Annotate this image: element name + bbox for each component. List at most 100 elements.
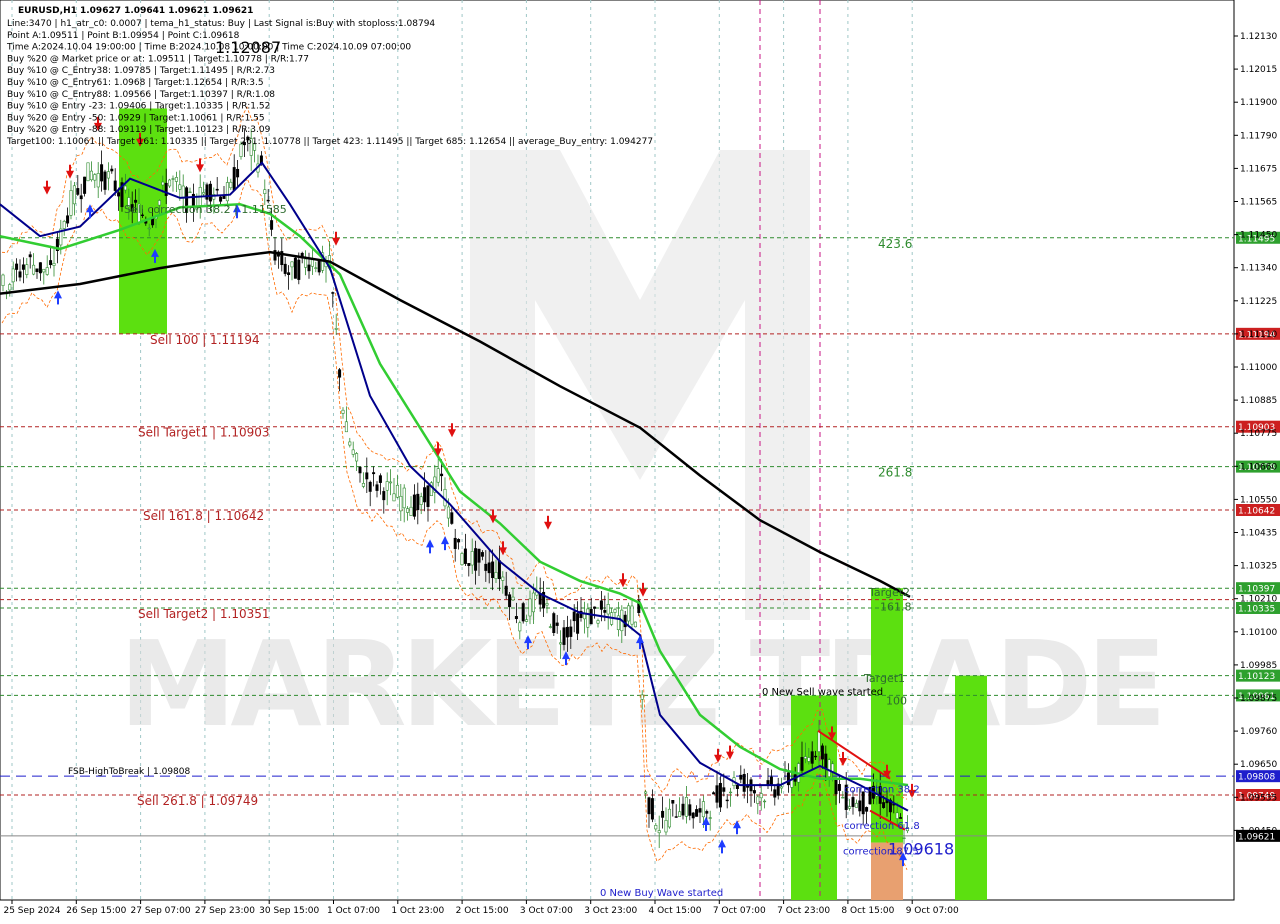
candle-body <box>712 792 716 795</box>
candle-body <box>654 825 658 830</box>
candle-body <box>416 493 420 511</box>
candle-body <box>440 473 444 477</box>
candle-body <box>739 774 743 780</box>
candle-body <box>803 756 807 760</box>
y-tick-label: 1.11110 <box>1240 330 1277 340</box>
y-tick-label: 1.11900 <box>1240 98 1277 108</box>
y-tick-label: 1.11675 <box>1240 164 1277 174</box>
y-tick-label: 1.11225 <box>1240 297 1277 307</box>
price-badge-text: 1.09808 <box>1238 773 1275 783</box>
y-tick-label: 1.10325 <box>1240 562 1277 572</box>
y-tick-label: 1.10775 <box>1240 429 1277 439</box>
y-tick-label: 1.10550 <box>1240 495 1277 505</box>
candle-body <box>304 258 308 268</box>
candle-body <box>521 603 525 622</box>
candle-body <box>52 263 56 266</box>
candle-body <box>334 328 338 330</box>
candle-body <box>372 472 376 475</box>
y-tick-label: 1.11790 <box>1240 131 1277 141</box>
candle-body <box>378 475 382 483</box>
candle-body <box>450 512 454 524</box>
info-line: Target100: 1.10061 || Target 161: 1.1033… <box>6 137 653 147</box>
candle-body <box>49 260 53 266</box>
candle-body <box>514 616 518 619</box>
candle-body <box>419 496 423 505</box>
candle-body <box>484 563 488 571</box>
x-tick-label: 1 Oct 23:00 <box>391 906 444 916</box>
candle-body <box>83 176 87 194</box>
candle-body <box>18 271 22 278</box>
candle-body <box>494 572 498 579</box>
candle-body <box>647 797 651 815</box>
candle-body <box>851 797 855 807</box>
candle-body <box>28 254 32 258</box>
candle-body <box>627 605 631 622</box>
candle-body <box>45 267 49 275</box>
level-label: Sell 261.8 | 1.09749 <box>137 794 258 808</box>
candle-body <box>236 168 240 178</box>
info-line: Point A:1.09511 | Point B:1.09954 | Poin… <box>7 31 240 41</box>
candle-body <box>42 268 46 273</box>
candle-body <box>681 803 685 816</box>
candle-body <box>548 626 552 628</box>
x-tick-label: 3 Oct 07:00 <box>520 906 573 916</box>
candle-body <box>375 484 379 491</box>
candle-body <box>810 751 814 764</box>
candle-body <box>735 784 739 789</box>
candle-body <box>117 192 121 197</box>
candle-body <box>123 185 127 191</box>
candle-body <box>72 185 76 205</box>
candle-body <box>565 626 569 638</box>
candle-body <box>633 621 637 628</box>
x-tick-label: 26 Sep 15:00 <box>66 906 126 916</box>
candle-body <box>35 268 39 272</box>
candle-body <box>511 596 515 601</box>
x-tick-label: 27 Sep 23:00 <box>195 906 255 916</box>
y-tick-label: 1.10885 <box>1240 396 1277 406</box>
info-line: Buy %10 @ C_Entry88: 1.09566 | Target:1.… <box>7 90 275 100</box>
candle-body <box>365 472 369 480</box>
candle-body <box>820 745 824 760</box>
candle-body <box>814 755 818 758</box>
price-chart-svg: MARKETZ TRADE1.114951.111941.109031.1077… <box>0 0 1280 916</box>
chart-area: MARKETZ TRADE 1.11495 1.11194 1.10903 1.1077… <box>0 0 1280 920</box>
candle-body <box>389 481 393 484</box>
y-tick-label: 1.10660 <box>1240 462 1277 472</box>
chart-annotation: correction 61.8 <box>844 821 920 832</box>
candle-body <box>586 608 590 628</box>
candle-body <box>698 808 702 813</box>
chart-annotation: 161.8 <box>880 600 912 613</box>
candle-body <box>8 284 12 291</box>
candle-body <box>525 619 529 622</box>
info-line: Buy %10 @ C_Entry61: 1.0968 | Target:1.1… <box>7 78 264 88</box>
candle-body <box>382 491 386 501</box>
candle-body <box>708 817 712 819</box>
info-line: Buy %20 @ Entry -50: 1.0929 | Target:1.1… <box>7 113 265 123</box>
candle-body <box>358 466 362 474</box>
candle-body <box>232 167 236 191</box>
candle-body <box>780 786 784 789</box>
x-tick-label: 7 Oct 23:00 <box>777 906 830 916</box>
candle-body <box>338 369 342 378</box>
candle-body <box>480 552 484 557</box>
price-badge-text: 1.10123 <box>1238 672 1275 682</box>
x-tick-label: 3 Oct 23:00 <box>584 906 637 916</box>
buy-zone-mid <box>791 695 837 900</box>
candle-body <box>531 592 535 613</box>
candle-body <box>263 189 267 195</box>
candle-body <box>21 264 25 270</box>
candle-body <box>613 609 617 613</box>
chart-annotation: 100 <box>886 695 907 708</box>
candle-body <box>270 220 274 230</box>
candle-body <box>317 259 321 273</box>
candle-body <box>705 811 709 814</box>
level-label: 423.6 <box>878 237 912 251</box>
candle-body <box>38 262 42 274</box>
candle-body <box>501 576 505 581</box>
candle-body <box>202 192 206 195</box>
candle-body <box>168 179 172 187</box>
y-tick-label: 1.09650 <box>1240 760 1277 770</box>
candle-body <box>395 484 399 498</box>
candle-body <box>446 506 450 519</box>
chart-annotation: Target2 <box>868 586 910 599</box>
